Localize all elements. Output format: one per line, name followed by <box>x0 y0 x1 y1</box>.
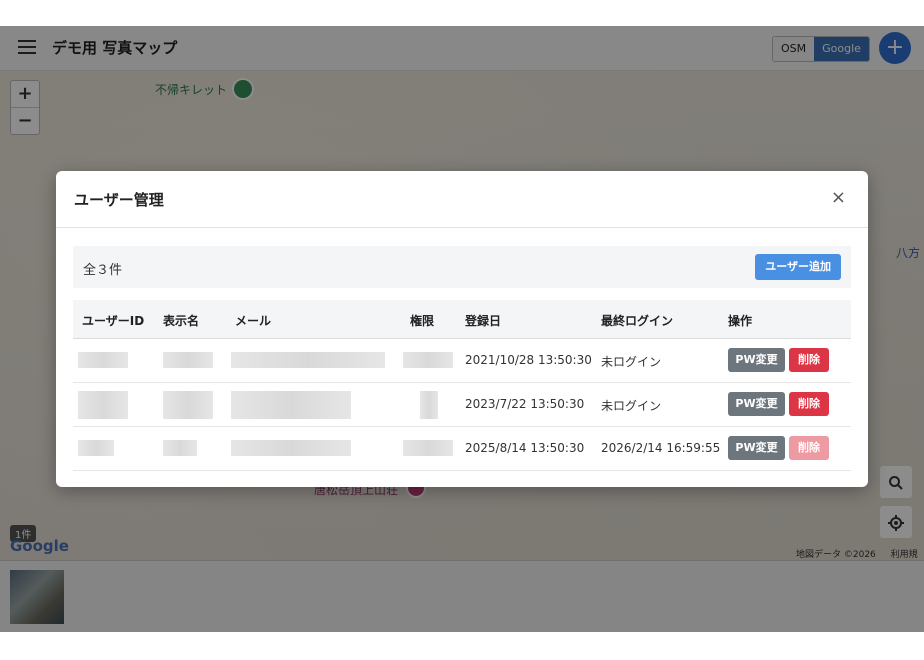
total-count: 全３件 <box>83 263 123 278</box>
redacted-user-id <box>78 391 128 419</box>
change-password-button[interactable]: PW変更 <box>728 348 785 372</box>
table-row: 2023/7/22 13:50:30 未ログイン PW変更 削除 <box>73 383 851 427</box>
table-row: 2021/10/28 13:50:30 未ログイン PW変更 削除 <box>73 339 851 383</box>
change-password-button[interactable]: PW変更 <box>728 392 785 416</box>
close-icon[interactable]: × <box>831 187 846 208</box>
column-last-login: 最終ログイン <box>601 314 674 328</box>
redacted-user-id <box>78 352 128 368</box>
last-login: 未ログイン <box>601 399 662 413</box>
table-row: 2025/8/14 13:50:30 2026/2/14 16:59:55 PW… <box>73 427 851 471</box>
redacted-display-name <box>163 440 197 456</box>
redacted-display-name <box>163 352 213 368</box>
redacted-role <box>420 391 438 419</box>
last-login: 未ログイン <box>601 355 662 369</box>
redacted-role <box>403 440 453 456</box>
redacted-email <box>231 440 351 456</box>
column-actions: 操作 <box>728 314 753 328</box>
registered-date: 2021/10/28 13:50:30 <box>465 353 592 367</box>
summary-bar: 全３件 ユーザー追加 <box>73 246 851 288</box>
delete-user-button-disabled: 削除 <box>789 436 829 460</box>
last-login: 2026/2/14 16:59:55 <box>601 441 721 455</box>
redacted-display-name <box>163 391 213 419</box>
delete-user-button[interactable]: 削除 <box>789 348 829 372</box>
modal-header: ユーザー管理 × <box>56 171 868 228</box>
redacted-email <box>231 391 351 419</box>
user-table: ユーザーID 表示名 メール 権限 登録日 最終ログイン 操作 2021/10/… <box>73 300 851 471</box>
add-user-button[interactable]: ユーザー追加 <box>755 254 841 280</box>
delete-user-button[interactable]: 削除 <box>789 392 829 416</box>
registered-date: 2023/7/22 13:50:30 <box>465 397 585 411</box>
app-frame: デモ用 写真マップ OSM Google + + − 不帰キレット 八方 唐松岳… <box>0 26 924 632</box>
column-email: メール <box>235 314 272 328</box>
column-display-name: 表示名 <box>163 314 200 328</box>
change-password-button[interactable]: PW変更 <box>728 436 785 460</box>
column-registered: 登録日 <box>465 314 502 328</box>
redacted-role <box>403 352 453 368</box>
user-management-modal: ユーザー管理 × 全３件 ユーザー追加 ユーザーID 表示名 メール 権限 登録… <box>56 171 868 487</box>
column-role: 権限 <box>410 314 435 328</box>
redacted-email <box>231 352 385 368</box>
registered-date: 2025/8/14 13:50:30 <box>465 441 585 455</box>
redacted-user-id <box>78 440 114 456</box>
column-user-id: ユーザーID <box>82 314 145 328</box>
modal-title: ユーザー管理 <box>74 191 164 209</box>
table-header: ユーザーID 表示名 メール 権限 登録日 最終ログイン 操作 <box>73 300 851 339</box>
